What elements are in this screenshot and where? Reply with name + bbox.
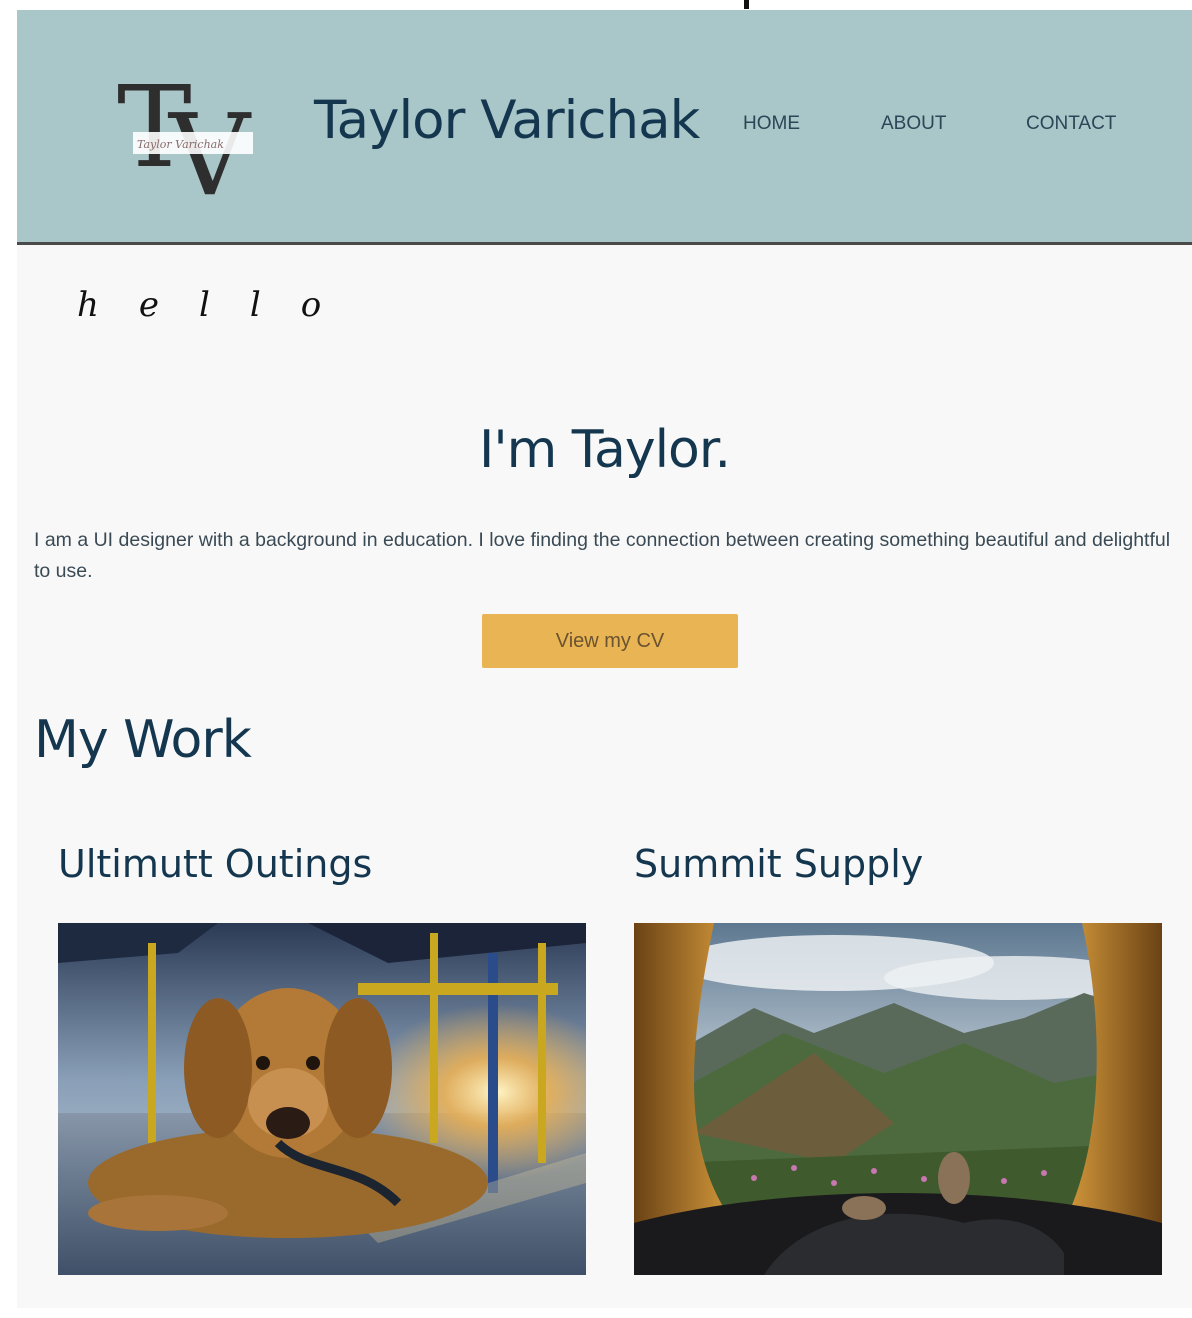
hello-greeting: hello [77, 285, 362, 325]
site-title[interactable]: Taylor Varichak [314, 90, 700, 151]
top-edge-mark [744, 0, 749, 9]
project-title-summit[interactable]: Summit Supply [634, 842, 923, 886]
project-title-ultimutt[interactable]: Ultimutt Outings [58, 842, 372, 886]
puppy-photo [58, 923, 586, 1275]
view-cv-button[interactable]: View my CV [482, 614, 738, 668]
nav-about[interactable]: ABOUT [881, 113, 946, 135]
nav-contact[interactable]: CONTACT [1026, 113, 1116, 135]
logo-signature: Taylor Varichak [137, 138, 224, 151]
site-header: T V Taylor Varichak Taylor Varichak HOME… [17, 10, 1192, 245]
my-work-heading: My Work [34, 710, 252, 770]
project-image-summit[interactable] [634, 923, 1162, 1275]
project-image-ultimutt[interactable] [58, 923, 586, 1275]
nav-home[interactable]: HOME [743, 113, 800, 135]
intro-heading: I'm Taylor. [478, 420, 731, 480]
site-logo[interactable]: T V Taylor Varichak [117, 63, 269, 221]
mountain-tent-photo [634, 923, 1162, 1275]
intro-paragraph: I am a UI designer with a background in … [34, 529, 1171, 582]
page: T V Taylor Varichak Taylor Varichak HOME… [17, 10, 1192, 1308]
tv-monogram-logo: T V Taylor Varichak [117, 63, 253, 221]
